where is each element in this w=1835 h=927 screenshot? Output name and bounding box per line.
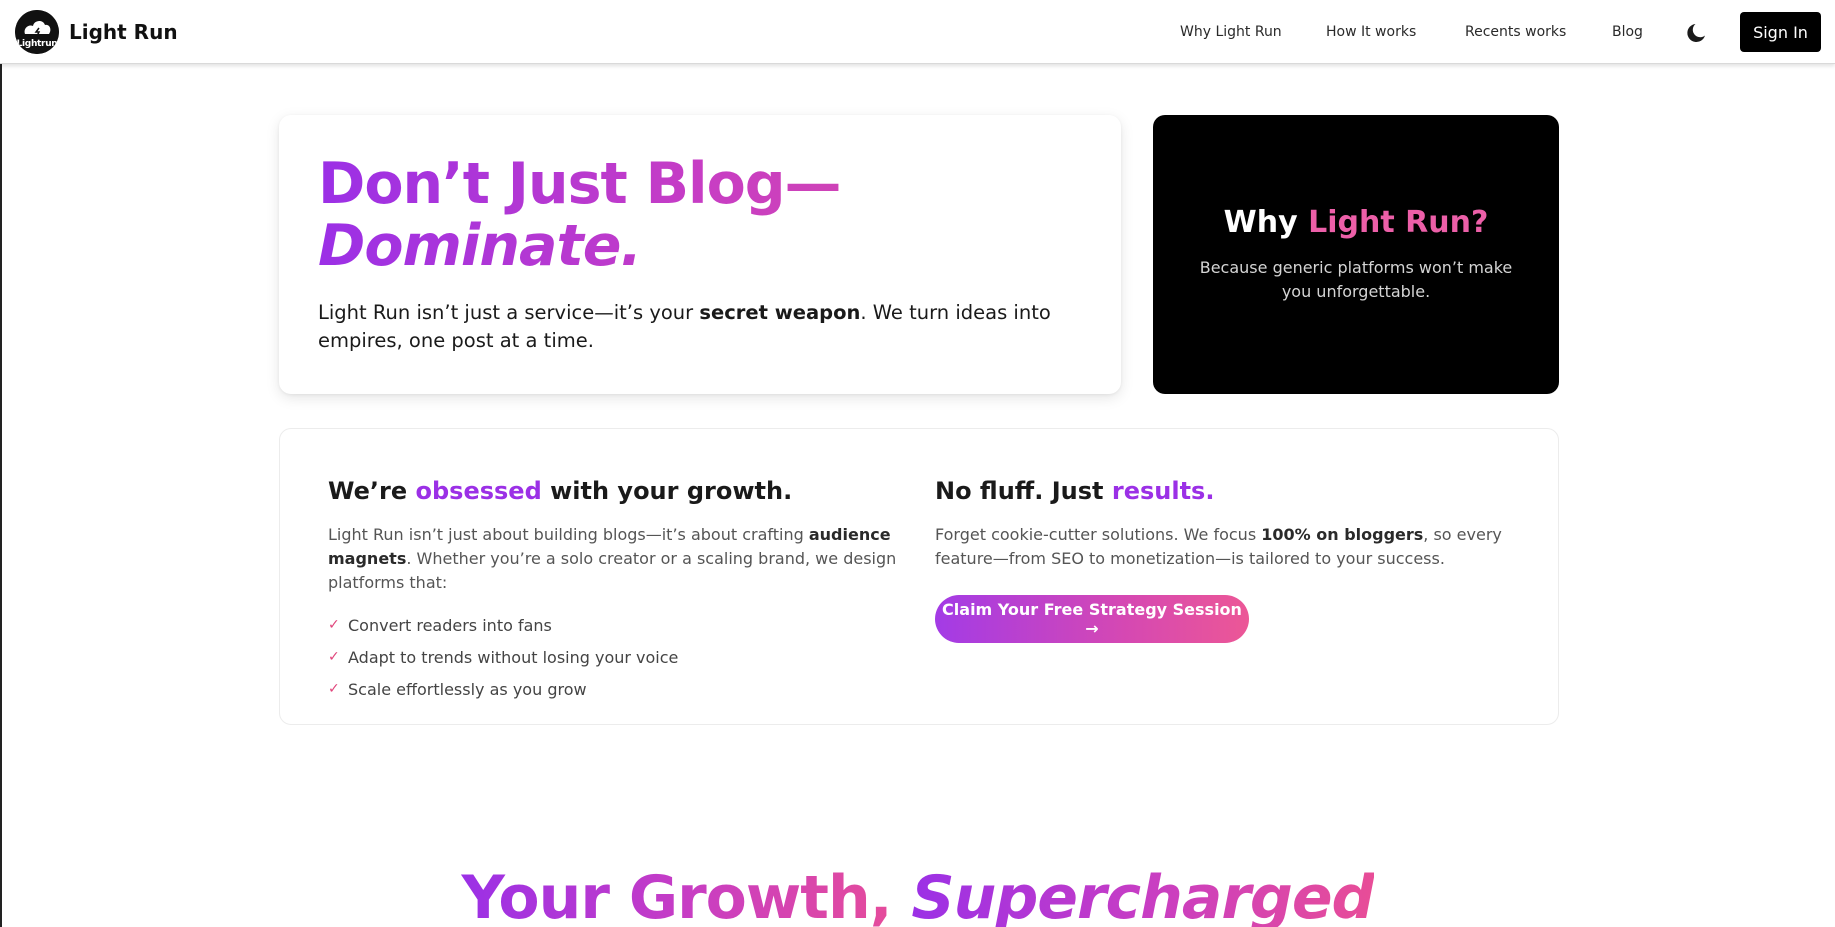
brand-logo[interactable]: Lightrun [15, 10, 59, 54]
claim-strategy-session-button[interactable]: Claim Your Free Strategy Session → [935, 595, 1249, 643]
sign-in-button[interactable]: Sign In [1740, 12, 1821, 52]
results-column: No fluff. Just results. Forget cookie-cu… [935, 475, 1515, 643]
results-text: Forget cookie-cutter solutions. We focus… [935, 523, 1515, 571]
why-title-pre: Why [1223, 205, 1309, 240]
why-title-accent: Light Run? [1308, 205, 1489, 240]
hero-card: Don’t Just Blog— Dominate. Light Run isn… [279, 115, 1121, 394]
logo-text: Lightrun [16, 39, 58, 49]
why-light-run-panel: Why Light Run? Because generic platforms… [1153, 115, 1559, 394]
list-item: ✓ Convert readers into fans [328, 609, 908, 641]
results-text-pre: Forget cookie-cutter solutions. We focus [935, 525, 1262, 544]
top-navbar: Lightrun Light Run Why Light Run How It … [0, 0, 1835, 64]
growth-heading-accent: obsessed [415, 477, 542, 505]
growth-text-pre: Light Run isn’t just about building blog… [328, 525, 809, 544]
why-subtitle: Because generic platforms won’t make you… [1199, 258, 1513, 301]
growth-heading-post: with your growth. [541, 477, 793, 505]
growth-text: Light Run isn’t just about building blog… [328, 523, 908, 595]
benefits-checklist: ✓ Convert readers into fans ✓ Adapt to t… [328, 609, 908, 705]
hero-desc-bold: secret weapon [699, 301, 861, 324]
nav-link-blog[interactable]: Blog [1612, 24, 1643, 40]
nav-link-recent-works[interactable]: Recents works [1465, 24, 1566, 40]
list-item: ✓ Adapt to trends without losing your vo… [328, 641, 908, 673]
page-edge-rule [0, 64, 2, 927]
check-icon: ✓ [328, 681, 340, 697]
results-heading-pre: No fluff. Just [935, 477, 1112, 505]
hero-title-line1: Don’t Just Blog— [318, 151, 841, 217]
growth-heading-pre: We’re [328, 477, 416, 505]
check-icon: ✓ [328, 617, 340, 633]
list-item-label: Convert readers into fans [348, 615, 552, 635]
growth-title-italic: Supercharged [911, 863, 1374, 927]
why-title: Why Light Run? [1153, 205, 1559, 240]
list-item: ✓ Scale effortlessly as you grow [328, 673, 908, 705]
brand-name[interactable]: Light Run [69, 20, 178, 44]
growth-title-pre: Your Growth, [461, 863, 911, 927]
hero-title: Don’t Just Blog— Dominate. [318, 153, 1018, 277]
nav-link-how-it-works[interactable]: How It works [1326, 24, 1416, 40]
hero-description: Light Run isn’t just a service—it’s your… [318, 299, 1078, 355]
moon-icon[interactable] [1685, 20, 1709, 44]
list-item-label: Adapt to trends without losing your voic… [348, 647, 679, 667]
results-heading-accent: results. [1111, 477, 1215, 505]
nav-link-why-light-run[interactable]: Why Light Run [1180, 24, 1282, 40]
list-item-label: Scale effortlessly as you grow [348, 679, 587, 699]
results-text-bold: 100% on bloggers [1261, 525, 1424, 544]
growth-text-post: . Whether you’re a solo creator or a sca… [328, 549, 897, 592]
results-heading: No fluff. Just results. [935, 475, 1515, 507]
hero-desc-pre: Light Run isn’t just a service—it’s your [318, 301, 700, 324]
growth-column: We’re obsessed with your growth. Light R… [328, 475, 908, 705]
check-icon: ✓ [328, 649, 340, 665]
hero-title-line2: Dominate. [318, 213, 642, 279]
features-card: We’re obsessed with your growth. Light R… [279, 428, 1559, 725]
growth-heading: We’re obsessed with your growth. [328, 475, 908, 507]
growth-section-title: Your Growth, Supercharged [0, 858, 1835, 927]
brand[interactable]: Lightrun Light Run [15, 10, 178, 54]
